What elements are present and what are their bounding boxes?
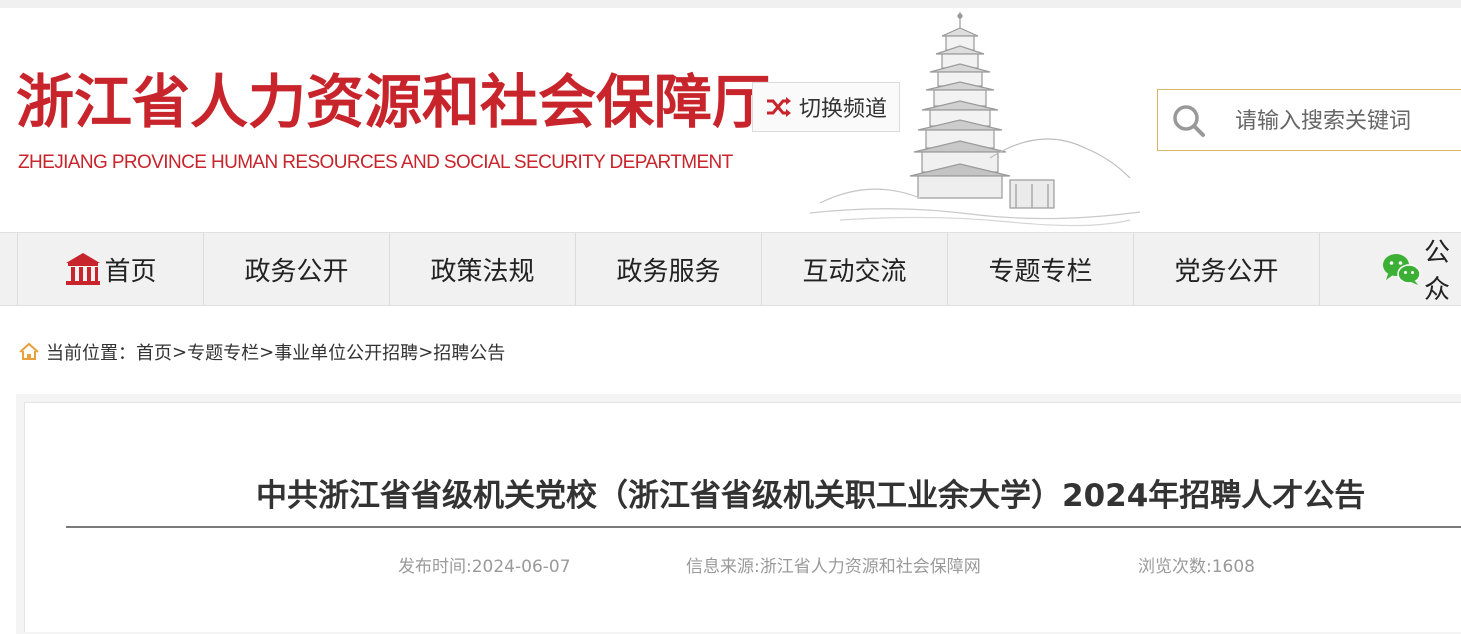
nav-item-wechat[interactable]: 公众 (1319, 233, 1461, 305)
nav-item-label: 政务公开 (244, 256, 349, 287)
nav-item-label: 政务服务 (616, 256, 721, 287)
breadcrumb-link-special-topics[interactable]: 专题专栏 (187, 339, 259, 365)
breadcrumb-separator: > (418, 341, 434, 363)
wechat-icon (1383, 254, 1421, 285)
search-box[interactable] (1157, 89, 1461, 151)
view-count: 浏览次数:1608 (1138, 557, 1255, 577)
nav-item-label: 专题专栏 (988, 256, 1093, 287)
nav-item-label: 公众 (1424, 238, 1451, 305)
breadcrumb-separator: > (172, 341, 188, 363)
article-card (24, 402, 1461, 632)
nav-item-party-affairs[interactable]: 党务公开 (1133, 233, 1319, 305)
nav-item-label: 首页 (104, 256, 157, 287)
nav-item-label: 互动交流 (802, 256, 907, 287)
nav-item-label: 党务公开 (1174, 256, 1279, 287)
main-nav: 首页 政务公开 政策法规 政务服务 互动交流 专题专栏 党务公开 公众 (0, 232, 1461, 306)
breadcrumb-link-announcements[interactable]: 招聘公告 (433, 339, 505, 365)
site-logo-subtitle: ZHEJIANG PROVINCE HUMAN RESOURCES AND SO… (18, 152, 733, 173)
nav-item-special-topics[interactable]: 专题专栏 (947, 233, 1133, 305)
title-divider (66, 526, 1461, 528)
breadcrumb-separator: > (259, 341, 275, 363)
nav-item-label: 政策法规 (430, 256, 535, 287)
nav-item-government-affairs[interactable]: 政务公开 (203, 233, 389, 305)
site-logo-title[interactable]: 浙江省人力资源和社会保障厅 (16, 70, 770, 134)
home-building-icon (66, 253, 101, 285)
nav-item-interaction[interactable]: 互动交流 (761, 233, 947, 305)
nav-item-policies[interactable]: 政策法规 (389, 233, 575, 305)
top-strip (0, 0, 1461, 8)
home-icon (19, 342, 39, 360)
breadcrumb-prefix: 当前位置： (46, 343, 136, 364)
breadcrumb-link-public-recruitment[interactable]: 事业单位公开招聘 (274, 339, 418, 365)
search-icon[interactable] (1172, 104, 1206, 138)
breadcrumb-link-home[interactable]: 首页 (136, 339, 172, 365)
publish-time: 发布时间:2024-06-07 (398, 557, 571, 577)
shuffle-icon (766, 97, 791, 117)
site-header: 浙江省人力资源和社会保障厅 ZHEJIANG PROVINCE HUMAN RE… (0, 8, 1461, 232)
info-source: 信息来源:浙江省人力资源和社会保障网 (686, 557, 981, 577)
nav-item-home[interactable]: 首页 (17, 233, 203, 305)
breadcrumb: 当前位置： 首页 > 专题专栏 > 事业单位公开招聘 > 招聘公告 (18, 338, 505, 366)
search-input[interactable] (1233, 100, 1461, 142)
article-title: 中共浙江省省级机关党校（浙江省省级机关职工业余大学）2024年招聘人才公告 (256, 478, 1366, 514)
pagoda-landscape-illustration (810, 12, 1140, 227)
nav-item-services[interactable]: 政务服务 (575, 233, 761, 305)
